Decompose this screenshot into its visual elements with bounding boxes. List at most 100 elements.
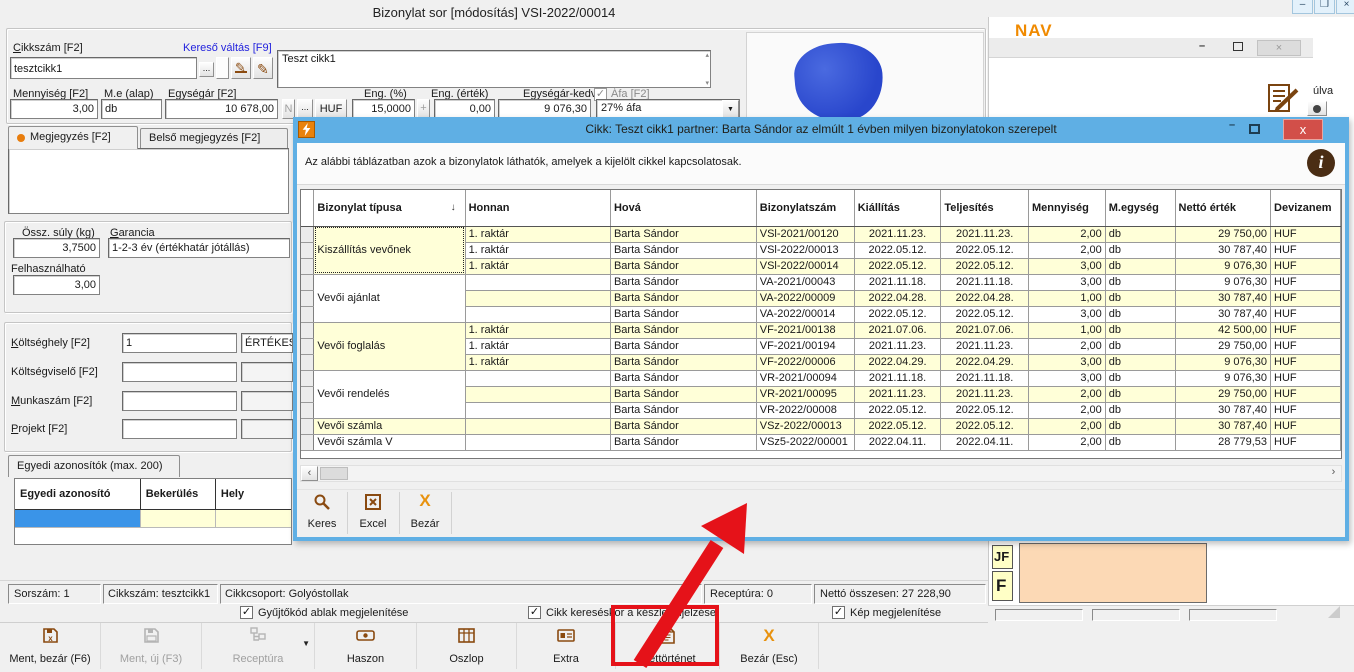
row-header-cell[interactable] [301, 434, 314, 450]
kereso-valtas-link[interactable]: Kereső váltás [F9] [183, 42, 272, 54]
lookup-dots-button[interactable]: ... [199, 62, 214, 77]
column-header[interactable]: Nettó érték [1175, 190, 1270, 226]
close-icon[interactable]: × [1257, 40, 1301, 56]
resize-grip[interactable] [1328, 606, 1340, 618]
keszlet-checkbox[interactable]: ✓ [528, 606, 541, 619]
row-header-cell[interactable] [301, 322, 314, 338]
cikkszam-input[interactable]: tesztcikk1 [10, 57, 197, 79]
tab-belso-megjegyzes[interactable]: Belső megjegyzés [F2] [140, 128, 288, 149]
keres-button[interactable]: Keres [301, 492, 343, 536]
scrollbar-thumb[interactable] [320, 467, 348, 480]
gyujtokod-checkbox[interactable]: ✓ [240, 606, 253, 619]
table-row[interactable]: Vevői számlaBarta SándorVSz-2022/0001320… [301, 418, 1341, 434]
toolbar-button-haszon[interactable]: Haszon [315, 623, 416, 669]
toolbar-button-oszlop[interactable]: Oszlop [417, 623, 516, 669]
column-header[interactable]: Bizonylat típusa ↓ [314, 190, 465, 226]
table-row[interactable]: Vevői számla VBarta SándorVSz5-2022/0000… [301, 434, 1341, 450]
row-header-cell[interactable] [301, 402, 314, 418]
row-header-cell[interactable] [301, 338, 314, 354]
item-name-textarea[interactable]: Teszt cikk1 ▴ ▾ [277, 50, 711, 88]
column-header[interactable]: Bizonylatszám [756, 190, 854, 226]
bezar-button[interactable]: X Bezár [403, 492, 447, 536]
dialog-minimize-icon[interactable]: – [1221, 119, 1243, 131]
column-header[interactable]: Kiállítás [854, 190, 941, 226]
document-type-cell[interactable]: Vevői ajánlat [314, 274, 465, 322]
column-header[interactable]: Devizanem [1271, 190, 1341, 226]
eng-val-input[interactable]: 0,00 [434, 99, 495, 119]
kedv-input[interactable]: 9 076,30 [498, 99, 591, 119]
toolbar-button-ment-új-f3-[interactable]: Ment, új (F3) [101, 623, 201, 669]
toolbar-button-ment-bezár-f6-[interactable]: xMent, bezár (F6) [0, 623, 100, 669]
document-type-cell[interactable]: Vevői foglalás [314, 322, 465, 370]
column-header[interactable]: Honnan [465, 190, 610, 226]
chevron-down-icon[interactable]: ▼ [302, 639, 310, 648]
document-type-cell[interactable]: Vevői számla [314, 418, 465, 434]
column-header[interactable]: Mennyiség [1028, 190, 1105, 226]
felhasznalhato-input[interactable]: 3,00 [13, 275, 100, 295]
tab-egyedi-azonositok[interactable]: Egyedi azonosítók (max. 200) [8, 455, 180, 477]
dialog-close-button[interactable]: x [1283, 119, 1323, 140]
minimize-icon[interactable]: – [1292, 0, 1313, 14]
document-type-cell[interactable]: Vevői számla V [314, 434, 465, 450]
edit-note-button[interactable]: ✎ [231, 57, 251, 79]
garancia-select[interactable]: 1-2-3 év (értékhatár jótállás) [108, 238, 290, 258]
ossz-suly-input[interactable]: 3,7500 [13, 238, 100, 258]
egysegar-input[interactable]: 10 678,00 [165, 99, 278, 119]
scroll-down-icon[interactable]: ▾ [705, 79, 709, 87]
document-type-cell[interactable]: Kiszállítás vevőnek [314, 226, 465, 274]
column-header[interactable]: Hová [610, 190, 756, 226]
afa-select[interactable]: 27% áfa ▼ [596, 99, 740, 119]
table-row[interactable]: Vevői foglalás1. raktárBarta SándorVF-20… [301, 322, 1341, 338]
row-header-cell[interactable] [301, 258, 314, 274]
info-icon[interactable]: i [1307, 149, 1335, 177]
row-header-cell[interactable] [301, 386, 314, 402]
edit-button[interactable]: ✎ [253, 57, 273, 79]
megjegyzes-textarea[interactable] [8, 148, 289, 214]
projekt-input[interactable] [122, 419, 237, 439]
column-header[interactable]: Egyedi azonosító [15, 479, 141, 509]
row-header-cell[interactable] [301, 418, 314, 434]
netto-brutto-button[interactable]: N [282, 99, 295, 119]
tab-megjegyzes[interactable]: Megjegyzés [F2] [8, 126, 138, 149]
edit-document-icon[interactable] [1267, 83, 1301, 115]
row-header-cell[interactable] [301, 306, 314, 322]
table-row[interactable]: Vevői rendelésBarta SándorVR-2021/000942… [301, 370, 1341, 386]
horizontal-scrollbar[interactable]: ‹ › [300, 465, 1342, 482]
table-row[interactable]: Vevői ajánlatBarta SándorVA-2021/0004320… [301, 274, 1341, 290]
row-header-cell[interactable] [301, 226, 314, 242]
kep-checkbox[interactable]: ✓ [832, 606, 845, 619]
row-header-cell[interactable] [301, 274, 314, 290]
row-header-cell[interactable] [301, 370, 314, 386]
koltseghely-input[interactable]: 1 [122, 333, 237, 353]
price-dots-button[interactable]: ... [297, 99, 313, 119]
toolbar-button-receptúra[interactable]: Receptúra▼ [202, 623, 314, 669]
dialog-titlebar[interactable]: Cikk: Teszt cikk1 partner: Barta Sándor … [293, 117, 1349, 143]
column-header[interactable]: Bekerülés [141, 479, 216, 509]
koltsegviselo-input[interactable] [122, 362, 237, 382]
plus-button[interactable]: + [417, 99, 430, 119]
excel-button[interactable]: Excel [351, 492, 395, 536]
table-row[interactable] [15, 510, 291, 528]
column-header[interactable]: Teljesítés [941, 190, 1029, 226]
table-row[interactable]: Kiszállítás vevőnek1. raktárBarta Sándor… [301, 226, 1341, 242]
currency-button[interactable]: HUF [315, 99, 347, 119]
scroll-right-icon[interactable]: › [1326, 466, 1341, 481]
camera-button[interactable] [1307, 101, 1327, 116]
row-header-cell[interactable] [301, 242, 314, 258]
column-header[interactable]: Hely [216, 479, 291, 509]
close-icon[interactable]: × [1336, 0, 1354, 14]
chevron-down-icon[interactable]: ▼ [722, 100, 739, 118]
row-header-cell[interactable] [301, 290, 314, 306]
mennyiseg-input[interactable]: 3,00 [10, 99, 98, 119]
me-input[interactable]: db [101, 99, 162, 119]
dialog-maximize-icon[interactable] [1249, 124, 1260, 134]
munkaszam-input[interactable] [122, 391, 237, 411]
document-type-cell[interactable]: Vevői rendelés [314, 370, 465, 418]
minimize-icon[interactable]: – [1199, 40, 1205, 52]
maximize-icon[interactable] [1233, 42, 1243, 51]
restore-icon[interactable]: ❐ [1314, 0, 1335, 14]
scroll-left-icon[interactable]: ‹ [301, 466, 318, 481]
column-header[interactable]: M.egység [1105, 190, 1175, 226]
row-header-cell[interactable] [301, 354, 314, 370]
scroll-up-icon[interactable]: ▴ [705, 51, 709, 59]
